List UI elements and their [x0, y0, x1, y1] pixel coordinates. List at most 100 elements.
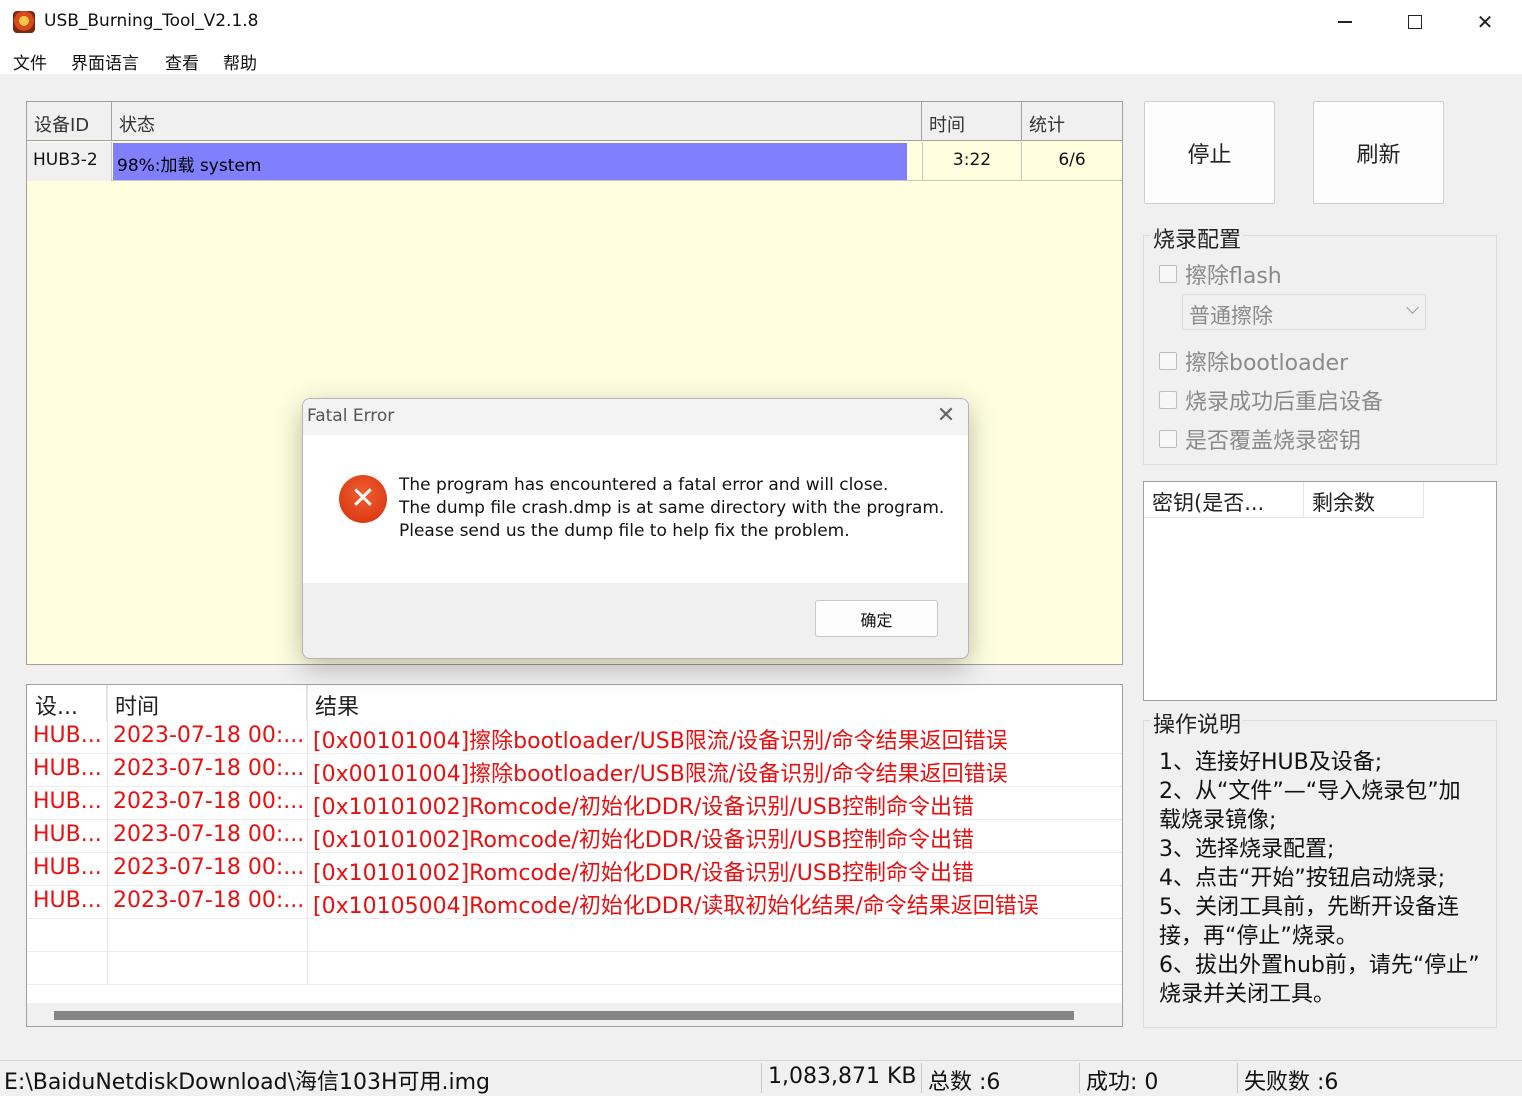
log-row[interactable]: HUB... 2023-07-18 00:... [0x10105004]Rom… [27, 886, 1122, 919]
log-device: HUB... [33, 888, 102, 913]
dialog-message-line: Please send us the dump file to help fix… [399, 521, 850, 541]
device-id-cell: HUB3-2 [27, 142, 112, 181]
status-divider [761, 1063, 762, 1093]
erase-flash-label: 擦除flash [1185, 264, 1282, 289]
device-row[interactable]: HUB3-2 98%:加载 system 3:22 6/6 [27, 142, 1122, 181]
overwrite-key-checkbox[interactable]: 是否覆盖烧录密钥 [1159, 423, 1361, 455]
checkbox-box[interactable] [1159, 391, 1177, 409]
error-icon: ✕ [339, 475, 387, 523]
erase-mode-select[interactable]: 普通擦除 [1182, 294, 1426, 330]
log-device: HUB... [33, 789, 102, 814]
erase-mode-value: 普通擦除 [1189, 304, 1273, 328]
chevron-down-icon [1406, 301, 1419, 314]
minimize-icon [1338, 21, 1352, 23]
status-bar: E:\BaiduNetdiskDownload\海信103H可用.img 1,0… [0, 1060, 1522, 1095]
log-time: 2023-07-18 00:... [113, 723, 305, 748]
status-divider [921, 1063, 922, 1093]
status-failed: 失败数 :6 [1244, 1070, 1339, 1095]
checkbox-box[interactable] [1159, 352, 1177, 370]
log-row[interactable]: HUB... 2023-07-18 00:... [0x00101004]擦除b… [27, 721, 1122, 754]
refresh-button[interactable]: 刷新 [1313, 101, 1444, 204]
instruction-line: 载烧录镜像; [1159, 808, 1277, 833]
status-file-size: 1,083,871 KB [768, 1064, 917, 1089]
instruction-line: 3、选择烧录配置; [1159, 837, 1335, 862]
log-time: 2023-07-18 00:... [113, 855, 305, 880]
close-button[interactable]: ✕ [1450, 0, 1520, 44]
log-time: 2023-07-18 00:... [113, 822, 305, 847]
device-table-header: 设备ID 状态 时间 统计 [27, 102, 1122, 141]
device-stat-cell: 6/6 [1058, 150, 1086, 170]
status-divider [1237, 1063, 1238, 1093]
progress-bar: 98%:加载 system [113, 143, 907, 180]
log-row[interactable]: HUB... 2023-07-18 00:... [0x10101002]Rom… [27, 820, 1122, 853]
key-table[interactable]: 密钥(是否... 剩余数 [1143, 481, 1497, 701]
reboot-after-checkbox[interactable]: 烧录成功后重启设备 [1159, 384, 1383, 416]
log-table[interactable]: 设... 时间 结果 HUB... 2023-07-18 00:... [0x0… [26, 684, 1123, 1027]
dialog-title: Fatal Error [307, 406, 395, 426]
log-time: 2023-07-18 00:... [113, 888, 305, 913]
checkbox-box[interactable] [1159, 430, 1177, 448]
log-row-empty [27, 952, 1122, 985]
dialog-body: ✕ The program has encountered a fatal er… [303, 435, 968, 583]
fatal-error-dialog: Fatal Error ✕ ✕ The program has encounte… [302, 398, 969, 659]
erase-bootloader-checkbox[interactable]: 擦除bootloader [1159, 345, 1348, 377]
reboot-after-label: 烧录成功后重启设备 [1185, 390, 1384, 415]
log-device: HUB... [33, 855, 102, 880]
burn-config-title: 烧录配置 [1151, 222, 1244, 254]
maximize-icon [1408, 15, 1422, 29]
col-device-id[interactable]: 设备ID [27, 102, 112, 141]
menu-help[interactable]: 帮助 [223, 49, 257, 74]
log-result: [0x10105004]Romcode/初始化DDR/读取初始化结果/命令结果返… [313, 894, 1039, 919]
status-file-path: E:\BaiduNetdiskDownload\海信103H可用.img [4, 1070, 491, 1095]
log-row[interactable]: HUB... 2023-07-18 00:... [0x00101004]擦除b… [27, 754, 1122, 787]
dialog-title-bar: Fatal Error ✕ [303, 399, 968, 435]
progress-text: 98%:加载 system [117, 156, 262, 176]
dialog-close-icon[interactable]: ✕ [933, 403, 959, 429]
log-result: [0x10101002]Romcode/初始化DDR/设备识别/USB控制命令出… [313, 828, 974, 853]
log-result: [0x00101004]擦除bootloader/USB限流/设备识别/命令结果… [313, 729, 1008, 754]
menu-bar: 文件 界面语言 查看 帮助 [0, 44, 1522, 74]
ok-button[interactable]: 确定 [815, 600, 938, 637]
menu-file[interactable]: 文件 [13, 49, 47, 74]
log-row[interactable]: HUB... 2023-07-18 00:... [0x10101002]Rom… [27, 853, 1122, 886]
log-time: 2023-07-18 00:... [113, 789, 305, 814]
dialog-message-line: The program has encountered a fatal erro… [399, 475, 889, 495]
status-divider [1079, 1063, 1080, 1093]
checkbox-box[interactable] [1159, 265, 1177, 283]
log-device: HUB... [33, 822, 102, 847]
scrollbar-thumb[interactable] [54, 1011, 1074, 1020]
col-stats[interactable]: 统计 [1022, 102, 1122, 141]
log-time: 2023-07-18 00:... [113, 756, 305, 781]
close-icon: ✕ [1476, 10, 1494, 34]
log-result: [0x10101002]Romcode/初始化DDR/设备识别/USB控制命令出… [313, 861, 974, 886]
col-log-result[interactable]: 结果 [307, 685, 1122, 721]
horizontal-scrollbar[interactable] [27, 1003, 1122, 1026]
col-key[interactable]: 密钥(是否... [1144, 482, 1304, 518]
instruction-line: 接，再“停止”烧录。 [1159, 924, 1358, 949]
instruction-line: 1、连接好HUB及设备; [1159, 750, 1383, 775]
instructions-title: 操作说明 [1151, 707, 1244, 739]
instruction-line: 烧录并关闭工具。 [1159, 982, 1336, 1007]
log-device: HUB... [33, 723, 102, 748]
minimize-button[interactable] [1310, 0, 1380, 44]
log-row[interactable]: HUB... 2023-07-18 00:... [0x10101002]Rom… [27, 787, 1122, 820]
status-total: 总数 :6 [928, 1070, 1001, 1095]
col-time[interactable]: 时间 [922, 102, 1022, 141]
menu-view[interactable]: 查看 [165, 49, 199, 74]
erase-flash-checkbox[interactable]: 擦除flash [1159, 258, 1282, 290]
instruction-line: 6、拔出外置hub前，请先“停止” [1159, 953, 1480, 978]
log-device: HUB... [33, 756, 102, 781]
menu-language[interactable]: 界面语言 [71, 49, 139, 74]
maximize-button[interactable] [1380, 0, 1450, 44]
col-log-time[interactable]: 时间 [107, 685, 307, 721]
device-time-cell: 3:22 [922, 142, 1022, 181]
stop-button[interactable]: 停止 [1144, 101, 1275, 204]
instruction-line: 4、点击“开始”按钮启动烧录; [1159, 866, 1446, 891]
status-success: 成功: 0 [1086, 1070, 1159, 1095]
erase-bootloader-label: 擦除bootloader [1185, 351, 1349, 376]
col-log-device[interactable]: 设... [27, 685, 107, 721]
app-icon [13, 11, 35, 33]
col-status[interactable]: 状态 [112, 102, 922, 141]
main-window: USB_Burning_Tool_V2.1.8 ✕ 文件 界面语言 查看 帮助 … [0, 0, 1522, 1095]
col-remaining[interactable]: 剩余数 [1304, 482, 1424, 518]
